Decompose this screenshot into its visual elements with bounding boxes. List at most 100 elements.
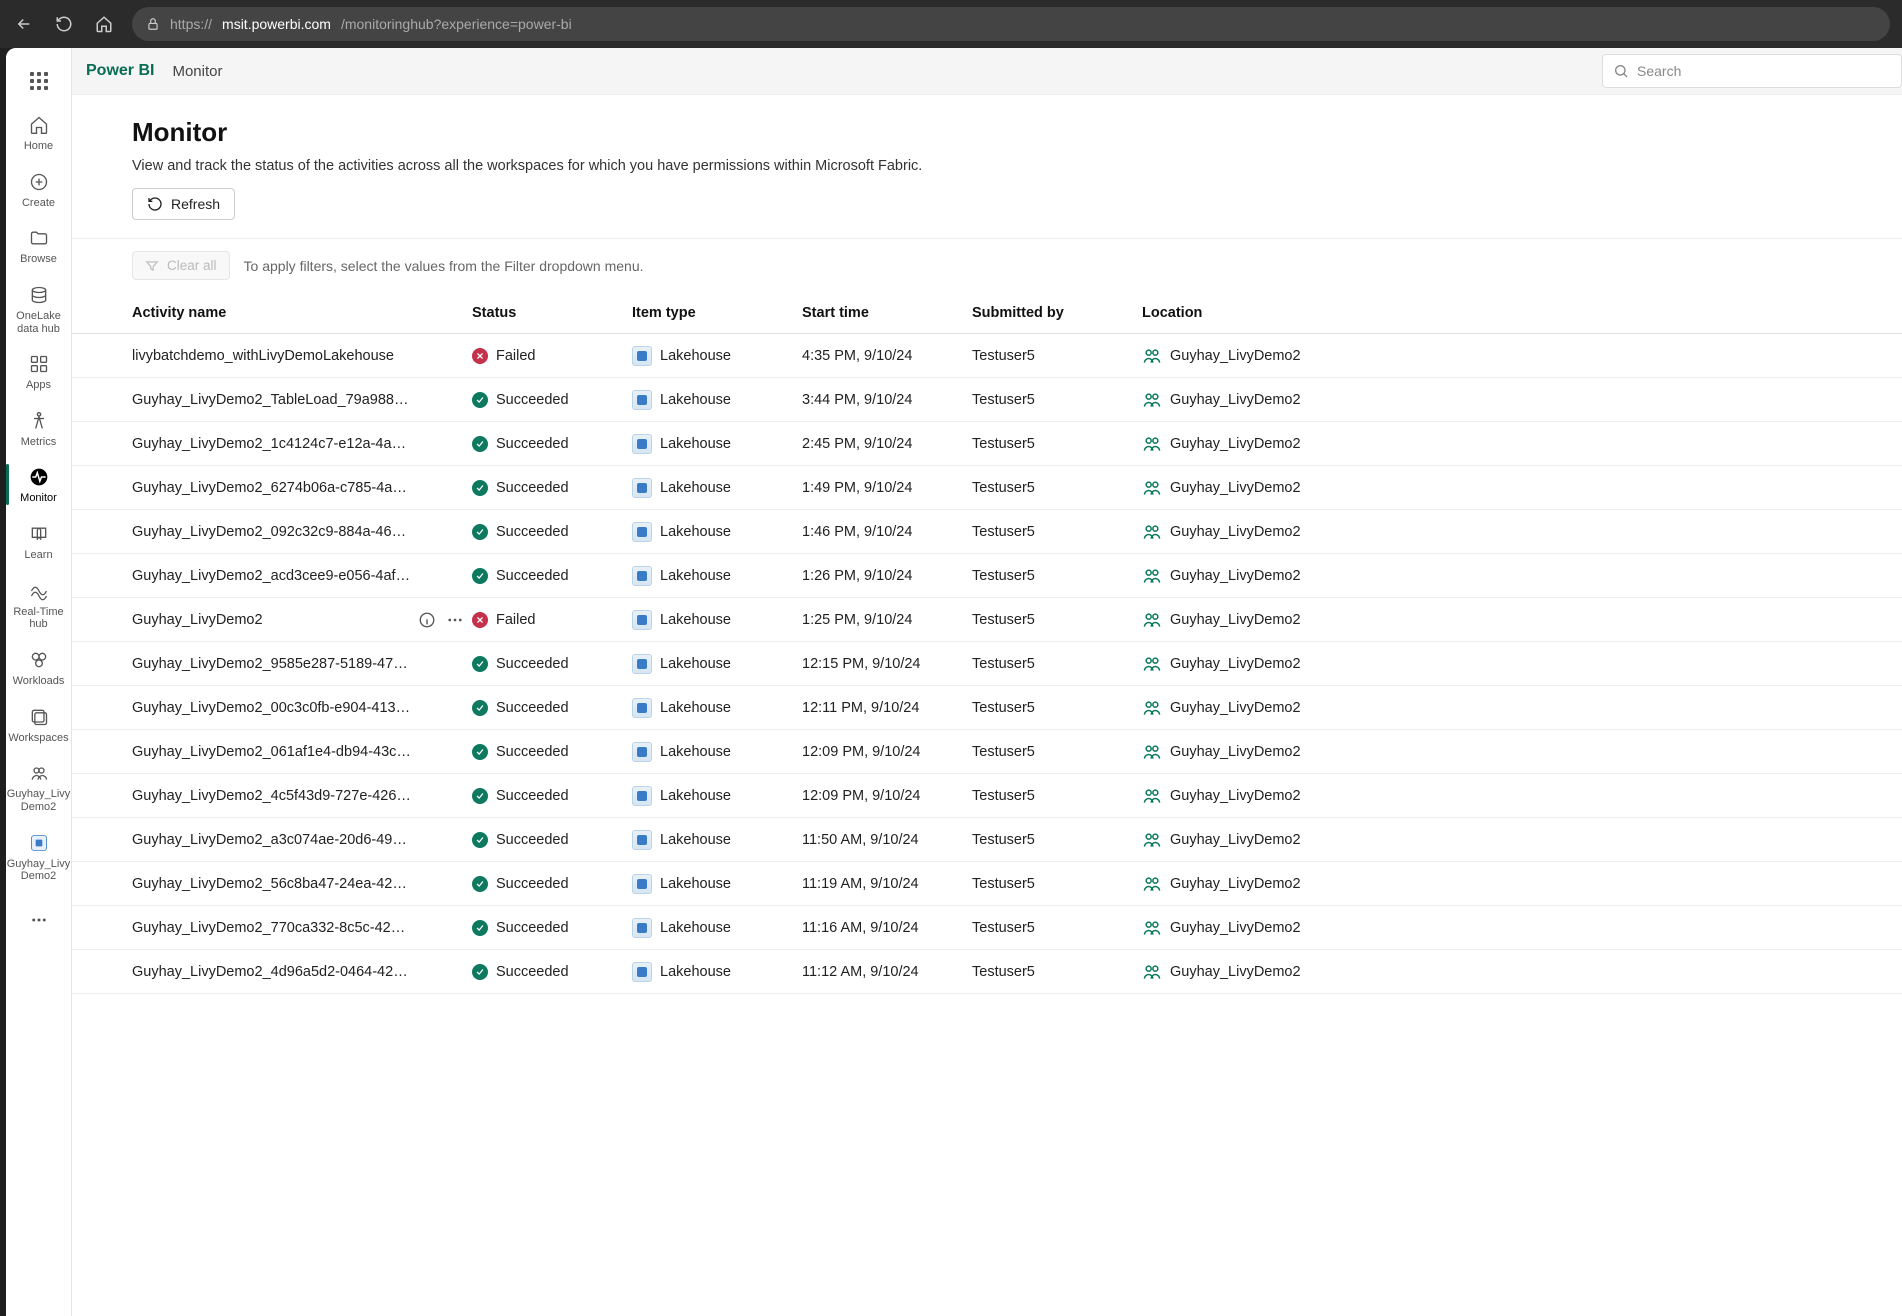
sidebar-item-onelake[interactable]: OneLake data hub [6,274,72,343]
info-icon[interactable] [418,611,436,629]
cell-location: Guyhay_LivyDemo2 [1142,478,1872,498]
sidebar-item-ws2[interactable]: Guyhay_Livy Demo2 [6,822,72,891]
back-button[interactable] [12,12,36,36]
table-row[interactable]: Guyhay_LivyDemo2_9585e287-5189-47d6-b877… [72,642,1902,686]
lakehouse-icon [632,566,652,586]
table-row[interactable]: Guyhay_LivyDemo2_6274b06a-c785-4a07-9c04… [72,466,1902,510]
cell-submitted: Testuser5 [972,700,1142,716]
col-status[interactable]: Status [472,305,632,321]
sidebar-item-workloads[interactable]: Workloads [6,639,72,696]
table-row[interactable]: Guyhay_LivyDemo2_acd3cee9-e056-4afd-bc56… [72,554,1902,598]
table-row[interactable]: Guyhay_LivyDemo2_1c4124c7-e12a-4a35-a399… [72,422,1902,466]
itemtype-text: Lakehouse [660,524,731,540]
col-start[interactable]: Start time [802,305,972,321]
itemtype-text: Lakehouse [660,480,731,496]
sidebar-item-home[interactable]: Home [6,104,72,161]
brand-label[interactable]: Power BI [86,62,154,80]
sidebar-item-realtime[interactable]: Real-Time hub [6,570,72,639]
cell-itemtype: Lakehouse [632,962,802,982]
lakehouse-icon [632,478,652,498]
app-frame: HomeCreateBrowse OneLake data hub AppsMetr… [6,48,1902,1316]
col-itemtype[interactable]: Item type [632,305,802,321]
waffle-icon [30,72,48,90]
refresh-browser-button[interactable] [52,12,76,36]
status-text: Succeeded [496,524,569,540]
lakehouse-icon [632,786,652,806]
success-icon [472,832,488,848]
success-icon [472,392,488,408]
sidebar-item-ws1[interactable]: Guyhay_Livy Demo2 [6,752,72,821]
workspace-icon [1142,654,1162,674]
row-more-icon[interactable] [446,611,464,629]
workspace-icon [1142,566,1162,586]
table-row[interactable]: Guyhay_LivyDemo2_061af1e4-db94-43ca-bdb2… [72,730,1902,774]
cell-submitted: Testuser5 [972,964,1142,980]
cell-start: 12:11 PM, 9/10/24 [802,700,972,716]
sidebar-item-create[interactable]: Create [6,161,72,218]
table-row[interactable]: livybatchdemo_withLivyDemoLakehouse Fail… [72,334,1902,378]
activity-name: Guyhay_LivyDemo2_4c5f43d9-727e-4265-b7c8… [132,788,412,804]
cell-submitted: Testuser5 [972,920,1142,936]
search-input[interactable]: Search [1602,54,1902,88]
workspace-icon [1142,390,1162,410]
cell-status: Succeeded [472,392,632,408]
cell-start: 1:46 PM, 9/10/24 [802,524,972,540]
activity-name: Guyhay_LivyDemo2_TableLoad_79a988be-69e6… [132,392,412,408]
col-submitted[interactable]: Submitted by [972,305,1142,321]
activity-name: Guyhay_LivyDemo2_770ca332-8c5c-426b-a8f6… [132,920,412,936]
sidebar-item-metrics[interactable]: Metrics [6,400,72,457]
filter-clear-icon [145,259,159,273]
table-row[interactable]: Guyhay_LivyDemo2_00c3c0fb-e904-413f-9e46… [72,686,1902,730]
home-browser-button[interactable] [92,12,116,36]
app-launcher-button[interactable] [6,58,72,104]
location-text: Guyhay_LivyDemo2 [1170,700,1301,716]
status-text: Succeeded [496,920,569,936]
cell-location: Guyhay_LivyDemo2 [1142,346,1872,366]
sidebar-item-monitor[interactable]: Monitor [6,456,72,513]
cell-location: Guyhay_LivyDemo2 [1142,654,1872,674]
success-icon [472,876,488,892]
cell-submitted: Testuser5 [972,612,1142,628]
table-row[interactable]: Guyhay_LivyDemo2_56c8ba47-24ea-4289-a9bb… [72,862,1902,906]
cell-status: Succeeded [472,480,632,496]
workspace-icon [1142,698,1162,718]
table-row[interactable]: Guyhay_LivyDemo2 Failed Lakehouse 1:25 P… [72,598,1902,642]
status-text: Failed [496,612,536,628]
cell-submitted: Testuser5 [972,876,1142,892]
itemtype-text: Lakehouse [660,788,731,804]
sidebar-item-apps[interactable]: Apps [6,343,72,400]
table-row[interactable]: Guyhay_LivyDemo2_770ca332-8c5c-426b-a8f6… [72,906,1902,950]
table-row[interactable]: Guyhay_LivyDemo2_a3c074ae-20d6-49c6-9509… [72,818,1902,862]
address-bar[interactable]: https://msit.powerbi.com/monitoringhub?e… [132,7,1890,41]
success-icon [472,744,488,760]
table-row[interactable]: Guyhay_LivyDemo2_TableLoad_79a988be-69e6… [72,378,1902,422]
sidebar-item-learn[interactable]: Learn [6,513,72,570]
table-row[interactable]: Guyhay_LivyDemo2_4d96a5d2-0464-4291-bf68… [72,950,1902,994]
sidebar-item-browse[interactable]: Browse [6,217,72,274]
workspace-icon [1142,346,1162,366]
location-text: Guyhay_LivyDemo2 [1170,744,1301,760]
ws1-icon [28,762,50,784]
sidebar-item-label: Real-Time hub [8,606,70,631]
table-row[interactable]: Guyhay_LivyDemo2_4c5f43d9-727e-4265-b7c8… [72,774,1902,818]
location-text: Guyhay_LivyDemo2 [1170,524,1301,540]
status-text: Succeeded [496,436,569,452]
status-text: Succeeded [496,568,569,584]
col-location[interactable]: Location [1142,305,1872,321]
col-activity[interactable]: Activity name [132,305,472,321]
content: Monitor View and track the status of the… [72,94,1902,1316]
success-icon [472,656,488,672]
workspace-icon [1142,522,1162,542]
learn-icon [28,523,50,545]
clear-filters-label: Clear all [167,258,217,273]
sidebar-more-button[interactable] [6,899,72,939]
cell-status: Succeeded [472,436,632,452]
itemtype-text: Lakehouse [660,612,731,628]
sidebar-item-workspaces[interactable]: Workspaces [6,696,72,753]
itemtype-text: Lakehouse [660,436,731,452]
cell-start: 11:16 AM, 9/10/24 [802,920,972,936]
table-row[interactable]: Guyhay_LivyDemo2_092c32c9-884a-461b-89e2… [72,510,1902,554]
cell-submitted: Testuser5 [972,480,1142,496]
sidebar-item-label: OneLake data hub [8,310,70,335]
refresh-button[interactable]: Refresh [132,188,235,220]
